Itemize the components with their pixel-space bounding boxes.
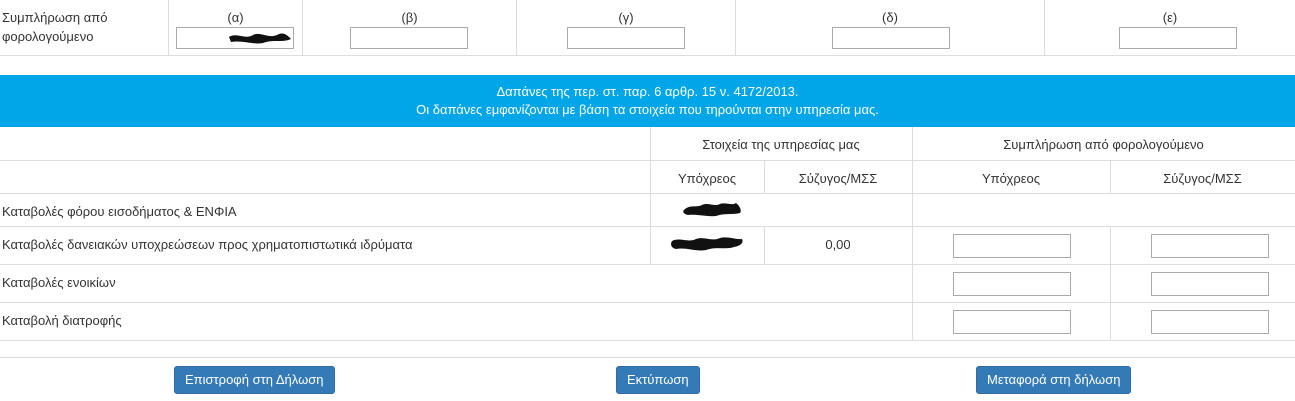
row-divider [0,357,1295,358]
row-divider [0,193,1295,194]
spouse-service-loan-value: 0,00 [825,237,851,252]
row-divider [0,340,1295,341]
column-divider [912,127,913,341]
back-to-declaration-button[interactable]: Επιστροφή στη Δήλωση [174,366,335,394]
taxpayer-obligor-loan-input[interactable] [953,234,1071,258]
column-a-label: (α) [227,10,244,25]
header-service-spouse: Σύζυγος/ΜΣΣ [798,171,878,186]
group-header-service: Στοιχεία της υπηρεσίας μας [702,137,860,152]
expenses-banner: Δαπάνες της περ. στ. παρ. 6 αρθρ. 15 ν. … [0,75,1295,127]
taxpayer-entry-row: Συμπλήρωση από φορολογούμενο (α) (β) (γ)… [0,0,1295,56]
redacted-value-icon [229,33,291,44]
column-c-input[interactable] [567,27,685,49]
row-label-alimony: Καταβολή διατροφής [2,313,122,328]
column-d-input[interactable] [832,27,950,49]
row-label-loan-payments: Καταβολές δανειακών υποχρεώσεων προς χρη… [2,237,413,252]
taxpayer-obligor-rent-input[interactable] [953,272,1071,296]
header-service-obligor: Υπόχρεος [677,171,737,186]
transfer-to-declaration-button[interactable]: Μεταφορά στη δήλωση [976,366,1132,394]
row-divider [0,226,1295,227]
row-divider [0,160,1295,161]
header-taxpayer-obligor: Υπόχρεος [981,171,1041,186]
column-e-label: (ε) [1162,10,1178,25]
column-d: (δ) [735,0,1044,56]
row-divider [0,302,1295,303]
column-b-label: (β) [401,10,418,25]
taxpayer-spouse-rent-input[interactable] [1151,272,1269,296]
column-divider [1110,226,1111,341]
row-divider [0,264,1295,265]
row-label-rent-payments: Καταβολές ενοικίων [2,275,116,290]
group-header-taxpayer: Συμπλήρωση από φορολογούμενο [1003,137,1204,152]
banner-line-2: Οι δαπάνες εμφανίζονται με βάση τα στοιχ… [416,102,879,117]
redacted-value-icon [671,237,743,251]
taxpayer-obligor-alimony-input[interactable] [953,310,1071,334]
column-b-input[interactable] [350,27,468,49]
header-taxpayer-spouse: Σύζυγος/ΜΣΣ [1163,171,1242,186]
print-button[interactable]: Εκτύπωση [616,366,700,394]
row-label-income-tax: Καταβολές φόρου εισοδήματος & ΕΝΦΙΑ [2,204,237,219]
column-c-label: (γ) [618,10,634,25]
taxpayer-spouse-loan-input[interactable] [1151,234,1269,258]
column-d-label: (δ) [882,10,898,25]
redacted-value-icon [683,203,741,217]
column-c: (γ) [516,0,735,56]
column-e-input[interactable] [1119,27,1237,49]
column-b: (β) [302,0,516,56]
taxpayer-entry-label: Συμπλήρωση από φορολογούμενο [2,10,108,44]
column-e: (ε) [1044,0,1295,56]
column-a: (α) [168,0,302,56]
taxpayer-spouse-alimony-input[interactable] [1151,310,1269,334]
banner-line-1: Δαπάνες της περ. στ. παρ. 6 αρθρ. 15 ν. … [496,84,799,99]
